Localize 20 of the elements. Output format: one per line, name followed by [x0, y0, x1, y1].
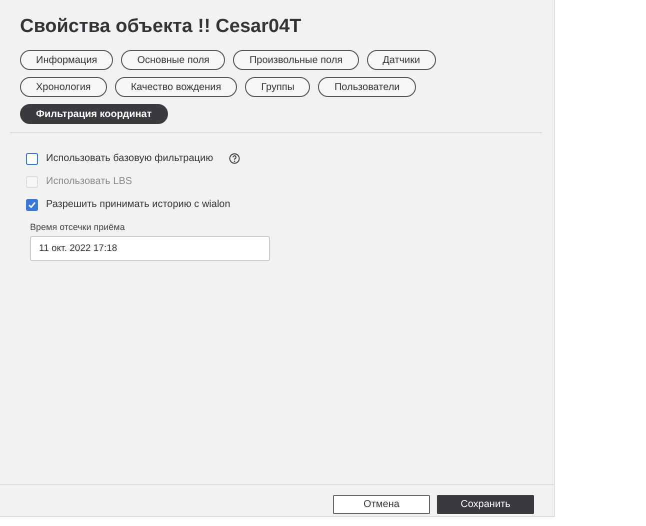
cancel-button[interactable]: Отмена — [333, 495, 430, 514]
save-button[interactable]: Сохранить — [437, 495, 534, 514]
checkbox-label: Разрешить принимать историю с wialon — [46, 199, 230, 210]
tab[interactable]: Хронология — [20, 77, 107, 97]
tab[interactable]: Пользователи — [318, 77, 416, 97]
tab[interactable]: Информация — [20, 50, 114, 70]
field-label: Время отсечки приёма — [30, 222, 126, 232]
tab[interactable]: Фильтрация координат — [20, 104, 168, 124]
tab[interactable]: Основные поля — [121, 50, 226, 70]
date-time-field[interactable]: 11 окт. 2022 17:18 — [30, 236, 270, 261]
tab[interactable]: Датчики — [366, 50, 436, 70]
tab[interactable]: Группы — [245, 77, 310, 97]
checkbox-label: Использовать LBS — [46, 176, 132, 187]
checkbox[interactable] — [26, 198, 38, 210]
help-icon[interactable] — [229, 153, 240, 164]
checkbox-label: Использовать базовую фильтрацию — [46, 153, 214, 164]
tab[interactable]: Произвольные поля — [233, 50, 359, 70]
tab[interactable]: Качество вождения — [114, 77, 238, 97]
window-title: Свойства объекта !! Cesar04T — [20, 16, 302, 38]
checkbox[interactable] — [26, 152, 38, 164]
